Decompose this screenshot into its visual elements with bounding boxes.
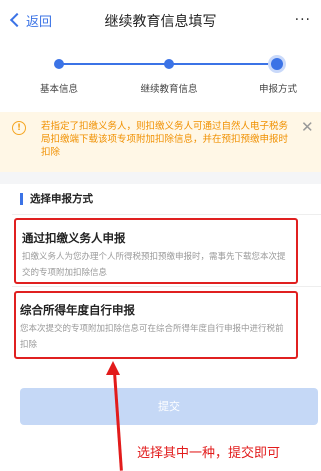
step-label-education: 继续教育信息 (140, 84, 198, 95)
more-menu-button[interactable]: ··· (295, 12, 311, 28)
option-description: 扣缴义务人为您办理个人所得税预扣预缴申报时，需事先下载您本次提交的专项附加扣除信… (22, 252, 286, 278)
step-label-declaration: 申报方式 (258, 84, 297, 95)
option-self-declaration[interactable]: 综合所得年度自行申报 您本次提交的专项附加扣除信息可在综合所得年度自行申报中进行… (14, 291, 298, 359)
option-title: 综合所得年度自行申报 (20, 303, 135, 317)
section-gap (0, 172, 321, 184)
step-dot-2 (164, 59, 174, 69)
step-dot-current (271, 58, 283, 70)
warning-icon: ! (12, 121, 26, 135)
option-withholding-agent[interactable]: 通过扣缴义务人申报 扣缴义务人为您办理个人所得税预扣预缴申报时，需事先下载您本次… (14, 218, 298, 284)
notice-text: 若指定了扣缴义务人，则扣缴义务人可通过自然人电子税务局扣缴端下载该项专项附加扣除… (41, 121, 289, 158)
section-title: 选择申报方式 (30, 193, 93, 205)
step-dot-1 (54, 59, 64, 69)
divider (12, 286, 321, 287)
option-title: 通过扣缴义务人申报 (22, 231, 126, 245)
divider (12, 214, 321, 215)
option-description: 您本次提交的专项附加扣除信息可在综合所得年度自行申报中进行税前扣除 (20, 324, 284, 350)
close-icon[interactable]: ✕ (301, 118, 314, 136)
annotation-arrowhead (106, 361, 120, 375)
step-label-basic: 基本信息 (39, 84, 78, 95)
page-title: 继续教育信息填写 (104, 14, 217, 30)
submit-button[interactable]: 提交 (20, 388, 318, 425)
section-marker (20, 193, 23, 205)
annotation-text: 选择其中一种，提交即可 (137, 446, 281, 461)
